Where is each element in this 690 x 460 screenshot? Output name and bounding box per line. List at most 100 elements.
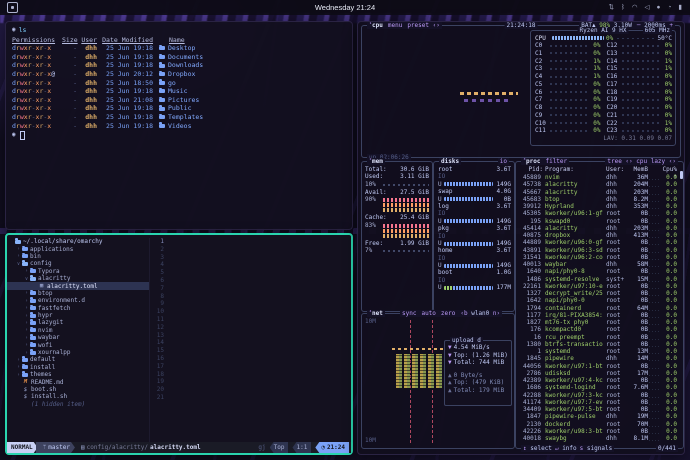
tree-item[interactable]: › xournalpp <box>7 349 149 356</box>
process-row[interactable]: 45889 nvim dhh 36M 0.0 <box>519 174 681 182</box>
process-row[interactable]: 45667 alacritty dhh 203M 0.0 <box>519 188 681 196</box>
tree-item[interactable]: ∨ config <box>7 260 149 267</box>
code-line[interactable]: 7 normal = { family = "CaskaydiaMono Ner… <box>150 285 351 293</box>
net-tab-auto[interactable]: auto <box>421 310 435 317</box>
process-row[interactable]: 195 kswapd0 root 0B 0.0 <box>519 217 681 225</box>
process-row[interactable]: 1794 containerd root 64M 0.0 <box>519 304 681 312</box>
file-row[interactable]: drwxr-xr-x - dhh 25 Jun 19:18 Desktop <box>12 44 352 53</box>
process-row[interactable]: 1847 pipewire-pulse dhh 19M 0.0 <box>519 413 681 421</box>
tree-item[interactable]: › waybar <box>7 334 149 341</box>
file-row[interactable]: drwxr-xr-x - dhh 25 Jun 19:18 Templates <box>12 113 352 122</box>
process-row[interactable]: 22161 kworker/u97:10-e root 0B 0.0 <box>519 282 681 290</box>
proc-sort-tabs[interactable]: tree ‹› cpu lazy ‹› <box>605 158 678 165</box>
process-row[interactable]: 2786 udisksd root 17M 0.0 <box>519 369 681 377</box>
process-row[interactable]: 1380 btrfs-transactio root 0B 0.0 <box>519 340 681 348</box>
process-row[interactable]: 1327 decrypt_write/25 root 0B 0.0 <box>519 290 681 298</box>
vpn-icon[interactable]: ⇅ <box>609 3 614 12</box>
battery-icon[interactable]: ▮ <box>678 3 682 12</box>
tree-item[interactable]: › applications <box>7 245 149 253</box>
process-row[interactable]: 45305 kworker/u96:1-gf root 0B 0.0 <box>519 210 681 218</box>
code-line[interactable]: 5 <box>150 269 351 277</box>
proc-footer-action[interactable]: s signals <box>580 445 613 452</box>
bluetooth-icon[interactable]: ᛒ <box>621 3 625 12</box>
preset-button[interactable]: preset ‹› <box>407 22 440 29</box>
process-row[interactable]: 44889 kworker/u96:0-gf root 0B 0.0 <box>519 239 681 247</box>
tree-item[interactable]: › lazygit <box>7 319 149 326</box>
io-toggle[interactable]: io <box>497 158 509 165</box>
btop-window[interactable]: ¹cpu menu preset ‹› 21:24:18 BAT▲ 98% 3.… <box>357 21 685 455</box>
file-row[interactable]: drwxr-xr-x - dhh 25 Jun 19:18 Documents <box>12 53 352 62</box>
code-line[interactable]: 12 [window] <box>150 324 351 332</box>
process-row[interactable]: 45414 alacritty dhh 203M 0.0 <box>519 224 681 232</box>
process-row[interactable]: 1 systemd root 13M 0.0 <box>519 348 681 356</box>
code-line[interactable]: 2 <box>150 246 351 254</box>
process-row[interactable]: 40013 waybar dhh 58M 0.0 <box>519 261 681 269</box>
code-line[interactable]: 8 bold = { family = "CaskaydiaMono Nerd … <box>150 293 351 301</box>
tree-item[interactable]: › bin <box>7 252 149 260</box>
proc-footer-action[interactable]: ↵ info <box>555 445 577 452</box>
tree-item[interactable]: README.md <box>7 378 149 386</box>
filter-button[interactable]: filter <box>545 158 567 165</box>
tree-item[interactable]: alacritty.toml <box>7 282 149 290</box>
code-line[interactable]: 3 [env] <box>150 254 351 262</box>
file-row[interactable]: drwxr-xr-x - dhh 25 Jun 19:18 Videos <box>12 122 352 131</box>
code-line[interactable]: 18 [keyboard] <box>150 371 351 379</box>
process-row[interactable]: 42288 kworker/u97:3-kc root 0B 0.0 <box>519 391 681 399</box>
process-row[interactable]: 45683 btop dhh 8.2M 0.0 <box>519 195 681 203</box>
code-line[interactable]: 21 ] <box>150 394 351 402</box>
code-line[interactable]: 19 bindings = [ <box>150 378 351 386</box>
process-row[interactable]: 1486 systemd-resolve syst+ 15M 0.0 <box>519 275 681 283</box>
process-row[interactable]: 45738 alacritty dhh 204M 0.0 <box>519 181 681 189</box>
terminal-window[interactable]: ◉ ls Permissions Size User Date Modified… <box>5 21 353 230</box>
code-line[interactable]: 10 size = 9 <box>150 308 351 316</box>
code-line[interactable]: 16 opacity = 0.98 <box>150 355 351 363</box>
tree-item[interactable]: › default <box>7 356 149 363</box>
process-row[interactable]: 40018 swaybg dhh 8.1M 0.0 <box>519 435 681 443</box>
process-row[interactable]: 40875 dropbox dhh 413M 0.0 <box>519 232 681 240</box>
net-device[interactable]: ‹b wlan0 n› <box>460 310 500 317</box>
file-row[interactable]: drwxr-xr-x@ - dhh 25 Jun 20:12 Dropbox <box>12 70 352 79</box>
code-line[interactable]: 15 decorations = "None" <box>150 347 351 355</box>
code-line[interactable]: 9 italic = { family = "CaskaydiaMono Ner… <box>150 300 351 308</box>
process-row[interactable]: 1827 mt76-tx phy0 root 0B 0.0 <box>519 319 681 327</box>
tree-item[interactable]: › hypr <box>7 312 149 319</box>
menu-button[interactable]: menu <box>388 22 402 29</box>
wifi-icon[interactable]: ◠ <box>632 3 638 12</box>
process-row[interactable]: 176 kcompactd0 root 0B 0.0 <box>519 326 681 334</box>
file-row[interactable]: drwxr-xr-x - dhh 25 Jun 19:18 Downloads <box>12 61 352 70</box>
tree-item[interactable]: › environment.d <box>7 297 149 304</box>
file-row[interactable]: drwxr-xr-x - dhh 25 Jun 21:08 Pictures <box>12 96 352 105</box>
volume-icon[interactable]: ◁ <box>645 3 650 12</box>
proc-footer-action[interactable]: ↕ select <box>523 445 552 452</box>
file-row[interactable]: drwxr-xr-x - dhh 25 Jun 19:18 Music <box>12 87 352 96</box>
process-row[interactable]: 31541 kworker/u96:2-co root 0B 0.0 <box>519 253 681 261</box>
record-icon[interactable]: ● <box>657 3 661 12</box>
process-row[interactable]: 34409 kworker/u97:5-bt root 0B 0.0 <box>519 406 681 414</box>
process-row[interactable]: 16 rcu_preempt root 0B 0.0 <box>519 333 681 341</box>
file-row[interactable]: drwxr-xr-x - dhh 25 Jun 19:18 Public <box>12 104 352 113</box>
code-line[interactable]: 14 padding.y = 14 <box>150 339 351 347</box>
code-line[interactable]: 11 <box>150 316 351 324</box>
tree-item[interactable]: › Typora <box>7 267 149 275</box>
process-row[interactable]: 42226 kworker/u98:3-bt root 0B 0.0 <box>519 427 681 435</box>
process-row[interactable]: 39912 Hyprland dhh 353M 0.0 <box>519 203 681 211</box>
proc-header[interactable]: Pid: Program: User: MemB Cpu% ↑ <box>519 166 681 180</box>
code-line[interactable]: 13 padding.x = 14 <box>150 332 351 340</box>
tree-item[interactable]: › nvim <box>7 326 149 334</box>
tree-item[interactable]: ∨ alacritty <box>7 275 149 282</box>
process-row[interactable]: 1640 napi/phy0-8 root 0B 0.0 <box>519 268 681 276</box>
tree-item[interactable]: ~/.local/share/omarchy <box>7 238 149 245</box>
tree-item[interactable]: (1 hidden item) <box>7 401 149 408</box>
process-row[interactable]: 42389 kworker/u97:4-kc root 0B 0.0 <box>519 377 681 385</box>
tree-item[interactable]: › wofi <box>7 341 149 349</box>
process-row[interactable]: 43891 kworker/u96:3-sd root 0B 0.0 <box>519 246 681 254</box>
process-row[interactable]: 1686 systemd-logind root 7.6M 0.0 <box>519 384 681 392</box>
code-line[interactable]: 20 { key = "F11", action = "ToggleFullsc… <box>150 386 351 394</box>
code-line[interactable]: 4 TERM = "xterm-256color" <box>150 261 351 269</box>
net-tab-sync[interactable]: sync <box>402 310 416 317</box>
net-tab-zero[interactable]: zero <box>441 310 455 317</box>
git-branch[interactable]: ᛘ master <box>36 442 75 453</box>
tree-item[interactable]: › fastfetch <box>7 304 149 312</box>
tree-item[interactable]: boot.sh <box>7 386 149 393</box>
tree-item[interactable]: › btop <box>7 289 149 297</box>
